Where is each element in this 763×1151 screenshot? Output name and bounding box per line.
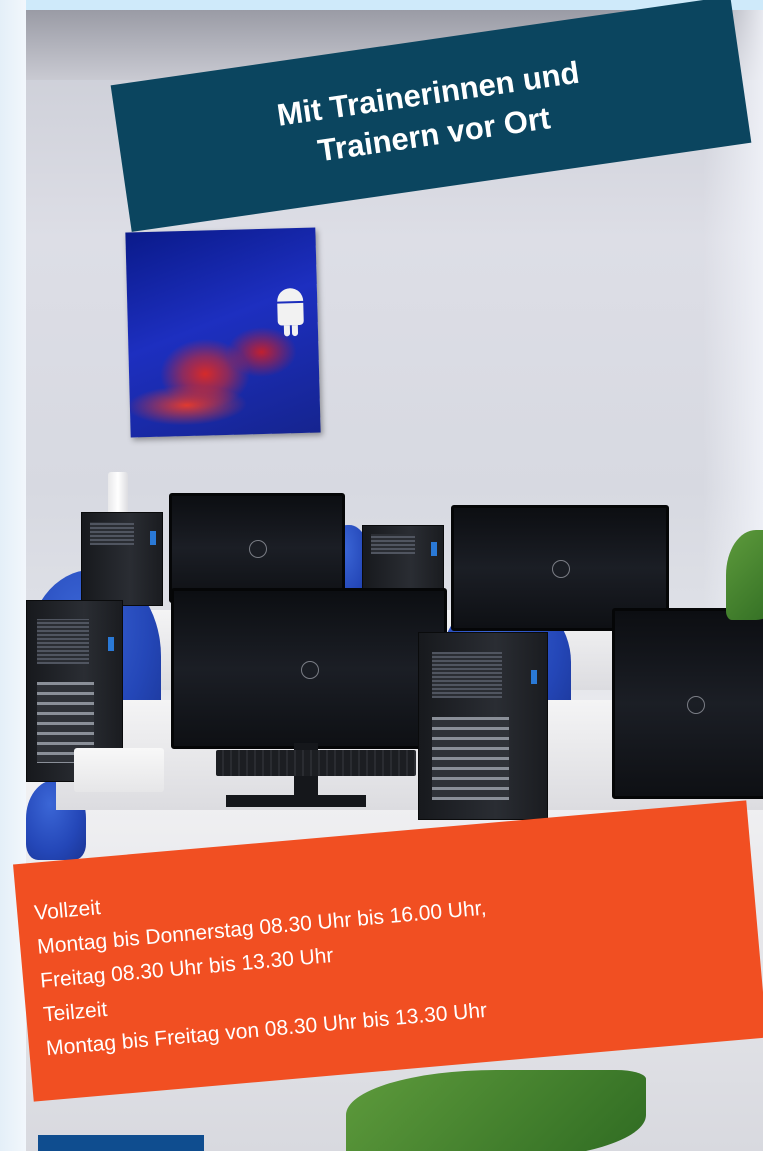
monitor [612,608,763,799]
monitor [171,588,447,749]
pc-tower [418,632,548,820]
wall-painting [125,227,321,438]
keyboard [216,750,416,776]
plant-leaf [346,1070,646,1151]
monitor-stand [226,795,366,807]
monitor [169,493,345,603]
android-robot-icon [276,287,304,337]
tissue-box [74,748,164,792]
cta-button[interactable] [38,1135,204,1151]
headline-text: Mit Trainerinnen und Trainern vor Ort [217,43,644,184]
sanitizer-bottle [108,472,128,516]
pc-tower [81,512,163,606]
